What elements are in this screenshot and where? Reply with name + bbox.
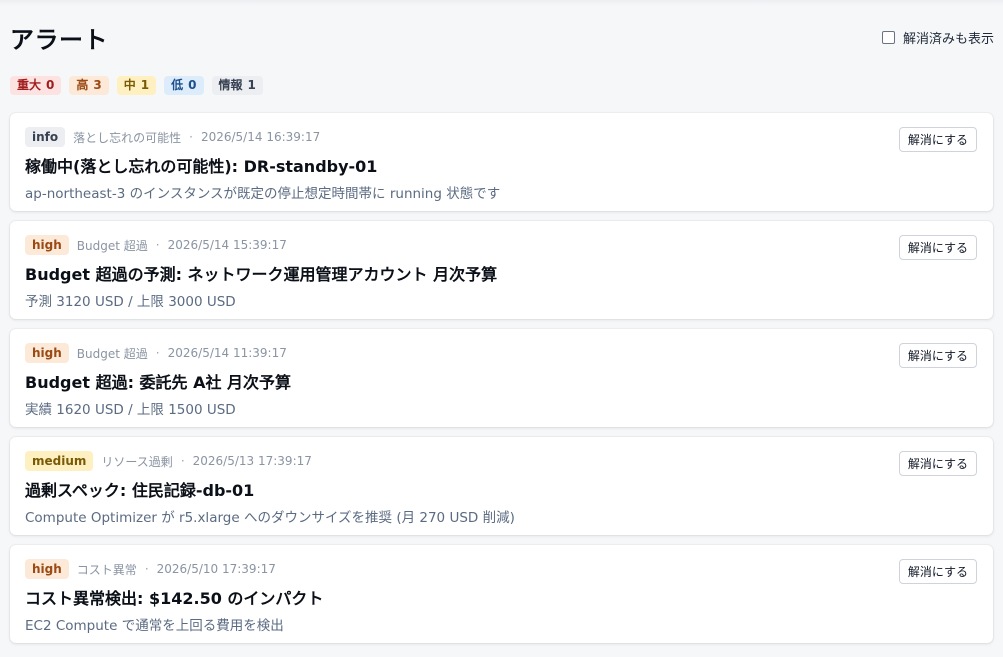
alert-card: high Budget 超過 · 2026/5/14 15:39:17 Budg…	[10, 221, 993, 319]
severity-count-low: 低0	[164, 76, 204, 95]
alert-timestamp: 2026/5/14 11:39:17	[167, 346, 287, 360]
alert-card: medium リソース過剰 · 2026/5/13 17:39:17 過剰スペッ…	[10, 437, 993, 535]
severity-badge: high	[25, 559, 69, 579]
alert-card: info 落とし忘れの可能性 · 2026/5/14 16:39:17 稼働中(…	[10, 113, 993, 211]
severity-count-info: 情報 1	[211, 76, 263, 95]
severity-count-bar: 重大 0 高3 中1 低0 情報 1	[10, 76, 263, 95]
top-bar-shadow	[0, 0, 1003, 6]
alert-title: コスト異常検出: $142.50 のインパクト	[25, 589, 324, 608]
resolve-button[interactable]: 解消にする	[898, 559, 977, 584]
severity-badge: info	[25, 127, 66, 147]
meta-separator: ·	[144, 562, 149, 576]
alert-meta: medium リソース過剰 · 2026/5/13 17:39:17	[25, 451, 977, 471]
alert-description: 予測 3120 USD / 上限 3000 USD	[25, 294, 236, 310]
alert-title: Budget 超過の予測: ネットワーク運用管理アカウント 月次予算	[25, 265, 498, 284]
severity-badge: high	[25, 343, 69, 363]
show-resolved-label: 解消済みも表示	[902, 31, 994, 47]
alert-card: high Budget 超過 · 2026/5/14 11:39:17 Budg…	[10, 329, 993, 427]
alert-list: info 落とし忘れの可能性 · 2026/5/14 16:39:17 稼働中(…	[10, 113, 993, 653]
alert-description: 実績 1620 USD / 上限 1500 USD	[25, 402, 236, 418]
resolve-button[interactable]: 解消にする	[898, 451, 977, 476]
meta-separator: ·	[155, 238, 160, 252]
alert-meta: high Budget 超過 · 2026/5/14 11:39:17	[25, 343, 977, 363]
resolve-button[interactable]: 解消にする	[898, 127, 977, 152]
alert-category: Budget 超過	[76, 238, 148, 253]
alert-timestamp: 2026/5/10 17:39:17	[156, 562, 276, 576]
alert-description: EC2 Compute で通常を上回る費用を検出	[25, 618, 284, 634]
alert-meta: high コスト異常 · 2026/5/10 17:39:17	[25, 559, 977, 579]
severity-badge: medium	[25, 451, 94, 471]
severity-count-high: 高3	[69, 76, 109, 95]
alert-meta: high Budget 超過 · 2026/5/14 15:39:17	[25, 235, 977, 255]
alert-title: Budget 超過: 委託先 A社 月次予算	[25, 373, 292, 392]
meta-separator: ·	[180, 454, 185, 468]
show-resolved-checkbox[interactable]	[881, 30, 895, 44]
alert-meta: info 落とし忘れの可能性 · 2026/5/14 16:39:17	[25, 127, 977, 147]
resolve-button[interactable]: 解消にする	[898, 235, 977, 260]
alert-category: Budget 超過	[76, 346, 148, 361]
alert-category: 落とし忘れの可能性	[73, 130, 182, 145]
show-resolved-toggle[interactable]: 解消済みも表示	[881, 28, 994, 47]
alert-title: 過剰スペック: 住民記録-db-01	[25, 481, 255, 500]
alert-description: Compute Optimizer が r5.xlarge へのダウンサイズを推…	[25, 510, 515, 526]
alert-category: コスト異常	[76, 562, 137, 577]
severity-count-medium: 中1	[116, 76, 157, 95]
severity-badge: high	[25, 235, 69, 255]
severity-count-critical: 重大 0	[10, 76, 62, 95]
alert-timestamp: 2026/5/14 16:39:17	[200, 130, 321, 144]
page-header: アラート 解消済みも表示	[10, 20, 994, 54]
alert-card: high コスト異常 · 2026/5/10 17:39:17 コスト異常検出:…	[10, 545, 993, 643]
page-title: アラート	[10, 25, 108, 54]
alert-description: ap-northeast-3 のインスタンスが既定の停止想定時間帯に runni…	[25, 186, 501, 202]
meta-separator: ·	[189, 130, 193, 144]
alert-timestamp: 2026/5/14 15:39:17	[167, 238, 287, 252]
alert-title: 稼働中(落とし忘れの可能性): DR-standby-01	[25, 157, 378, 176]
meta-separator: ·	[155, 346, 160, 360]
alert-timestamp: 2026/5/13 17:39:17	[192, 454, 312, 468]
resolve-button[interactable]: 解消にする	[898, 343, 977, 368]
alert-category: リソース過剰	[101, 454, 173, 469]
